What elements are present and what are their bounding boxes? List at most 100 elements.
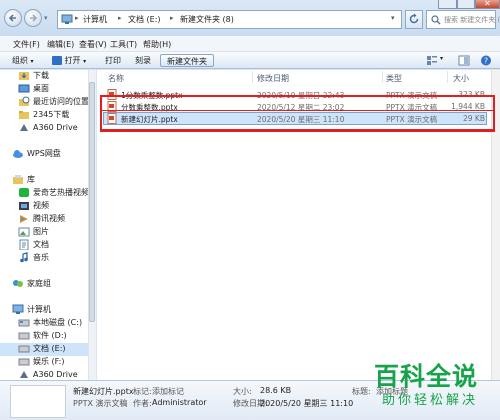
- search-input[interactable]: 搜索 新建文件夹 (8): [426, 10, 500, 29]
- crumb-separator-icon: ▸: [170, 14, 174, 22]
- nav-item-label: 家庭组: [27, 279, 51, 288]
- nav-item-tencent-video[interactable]: 腾讯视频: [0, 213, 95, 226]
- nav-item-downloads[interactable]: 下载: [0, 70, 95, 83]
- menu-file[interactable]: 文件(F): [11, 38, 42, 51]
- refresh-button[interactable]: [405, 10, 423, 29]
- crumb-separator-icon: ▸: [75, 14, 79, 22]
- address-dropdown-icon[interactable]: ▾: [391, 14, 395, 22]
- nav-item-drive-e[interactable]: 文档 (E:): [0, 343, 95, 356]
- open-label: 打开: [64, 56, 81, 65]
- nav-item-label: 图片: [33, 227, 49, 236]
- svg-text:?: ?: [484, 57, 488, 66]
- nav-item-a360-drive-2[interactable]: A360 Drive: [0, 369, 95, 380]
- column-divider[interactable]: [252, 71, 253, 83]
- nav-item-label: A360 Drive: [33, 370, 78, 379]
- column-header-type[interactable]: 类型: [386, 73, 402, 84]
- nav-scrollbar-thumb[interactable]: [89, 82, 95, 322]
- nav-item-music[interactable]: 音乐: [0, 252, 95, 265]
- nav-item-library[interactable]: 库: [0, 174, 95, 187]
- nav-item-desktop[interactable]: 桌面: [0, 83, 95, 96]
- column-divider[interactable]: [447, 71, 448, 83]
- nav-item-label: 文档 (E:): [33, 344, 66, 353]
- address-bar-area: ✕ ▾ ▸ 计算机 ▸ 文档 (E:) ▸ 新建文件夹 (8) ▾ 搜索 新建文…: [0, 0, 500, 36]
- details-tags-value[interactable]: 添加标记: [152, 386, 184, 397]
- video-icon: [19, 202, 29, 210]
- column-header-modified[interactable]: 修改日期: [257, 73, 289, 84]
- nav-item-label: 软件 (D:): [33, 331, 67, 340]
- preview-pane-icon[interactable]: [458, 55, 470, 66]
- homegroup-icon: [13, 280, 23, 287]
- new-folder-button[interactable]: 新建文件夹: [160, 54, 214, 67]
- help-icon[interactable]: ?: [480, 55, 492, 66]
- recent-pages-dropdown[interactable]: ▾: [44, 14, 48, 22]
- search-placeholder: 搜索 新建文件夹 (8): [444, 16, 500, 24]
- organize-button[interactable]: 组织 ▾: [12, 55, 34, 66]
- nav-item-documents[interactable]: 文档: [0, 239, 95, 252]
- folder-icon: [19, 111, 29, 119]
- back-arrow-icon: [8, 14, 16, 22]
- menu-view[interactable]: 查看(V): [77, 38, 109, 51]
- nav-item-a360-drive[interactable]: A360 Drive: [0, 122, 95, 135]
- nav-item-homegroup[interactable]: 家庭组: [0, 278, 95, 291]
- menu-bar: 文件(F) 编辑(E) 查看(V) 工具(T) 帮助(H): [0, 36, 500, 52]
- iqiyi-icon: [19, 188, 29, 197]
- crumb-current-folder[interactable]: 新建文件夹 (8): [180, 14, 234, 25]
- recent-places-icon: [19, 96, 30, 106]
- command-bar: 组织 ▾ 打开 ▾ 打印 刻录 新建文件夹 ▾ ?: [0, 52, 500, 69]
- nav-item-wps-cloud[interactable]: WPS网盘: [0, 148, 95, 161]
- forward-arrow-icon: [30, 14, 38, 22]
- address-box[interactable]: ▸ 计算机 ▸ 文档 (E:) ▸ 新建文件夹 (8) ▾: [57, 10, 402, 29]
- navigation-pane: 下载 桌面 最近访问的位置 2345下载 A360 Drive WPS网盘 库 …: [0, 70, 96, 380]
- hard-drive-icon: [18, 319, 30, 327]
- details-size-label: 大小:: [233, 387, 252, 396]
- nav-item-recent[interactable]: 最近访问的位置: [0, 96, 95, 109]
- desktop-icon: [18, 84, 30, 93]
- details-tags-label: 标记:: [133, 387, 152, 396]
- nav-item-drive-c[interactable]: 本地磁盘 (C:): [0, 317, 95, 330]
- nav-item-label: 最近访问的位置: [33, 97, 89, 106]
- chevron-down-icon: ▾: [83, 58, 87, 65]
- crumb-separator-icon: ▸: [118, 14, 122, 22]
- close-button[interactable]: ✕: [475, 0, 500, 9]
- nav-item-label: 视频: [33, 201, 49, 210]
- music-icon: [20, 252, 28, 263]
- downloads-icon: [19, 72, 29, 80]
- tencent-video-icon: [20, 215, 28, 223]
- nav-item-iqiyi-videos[interactable]: 爱奇艺热播视频: [0, 187, 95, 200]
- nav-item-computer[interactable]: 计算机: [0, 304, 95, 317]
- menu-edit[interactable]: 编辑(E): [45, 38, 76, 51]
- nav-item-pictures[interactable]: 图片: [0, 226, 95, 239]
- file-thumbnail: [10, 385, 66, 418]
- chevron-down-icon[interactable]: ▾: [440, 55, 443, 62]
- nav-item-drive-d[interactable]: 软件 (D:): [0, 330, 95, 343]
- details-modified-value: 2020/5/20 星期三 11:10: [260, 399, 354, 408]
- search-icon: [431, 15, 441, 25]
- print-button[interactable]: 打印: [105, 55, 121, 66]
- forward-button[interactable]: [24, 9, 42, 27]
- menu-help[interactable]: 帮助(H): [141, 38, 173, 51]
- documents-icon: [19, 239, 29, 250]
- details-title-label: 标题:: [352, 387, 371, 396]
- nav-item-videos[interactable]: 视频: [0, 200, 95, 213]
- crumb-computer[interactable]: 计算机: [83, 14, 107, 25]
- organize-label: 组织: [12, 56, 28, 65]
- hard-drive-icon: [18, 358, 30, 366]
- back-button[interactable]: [4, 9, 22, 27]
- view-options-icon[interactable]: [426, 55, 438, 66]
- watermark-title: 百科全说: [374, 362, 479, 391]
- column-header-size[interactable]: 大小: [453, 73, 469, 84]
- menu-tools[interactable]: 工具(T): [108, 38, 139, 51]
- open-button[interactable]: 打开 ▾: [52, 55, 86, 66]
- burn-button[interactable]: 刻录: [135, 55, 151, 66]
- nav-item-2345-downloads[interactable]: 2345下载: [0, 109, 95, 122]
- refresh-icon: [409, 13, 419, 24]
- nav-item-drive-f[interactable]: 娱乐 (F:): [0, 356, 95, 369]
- column-divider[interactable]: [382, 71, 383, 83]
- column-header-name[interactable]: 名称: [108, 73, 124, 84]
- crumb-drive-e[interactable]: 文档 (E:): [128, 14, 161, 25]
- minimize-button[interactable]: [438, 0, 457, 9]
- nav-item-label: 下载: [33, 71, 49, 80]
- details-author-value[interactable]: Administrator: [152, 398, 207, 407]
- nav-item-label: 娱乐 (F:): [33, 357, 65, 366]
- maximize-button[interactable]: [457, 0, 475, 9]
